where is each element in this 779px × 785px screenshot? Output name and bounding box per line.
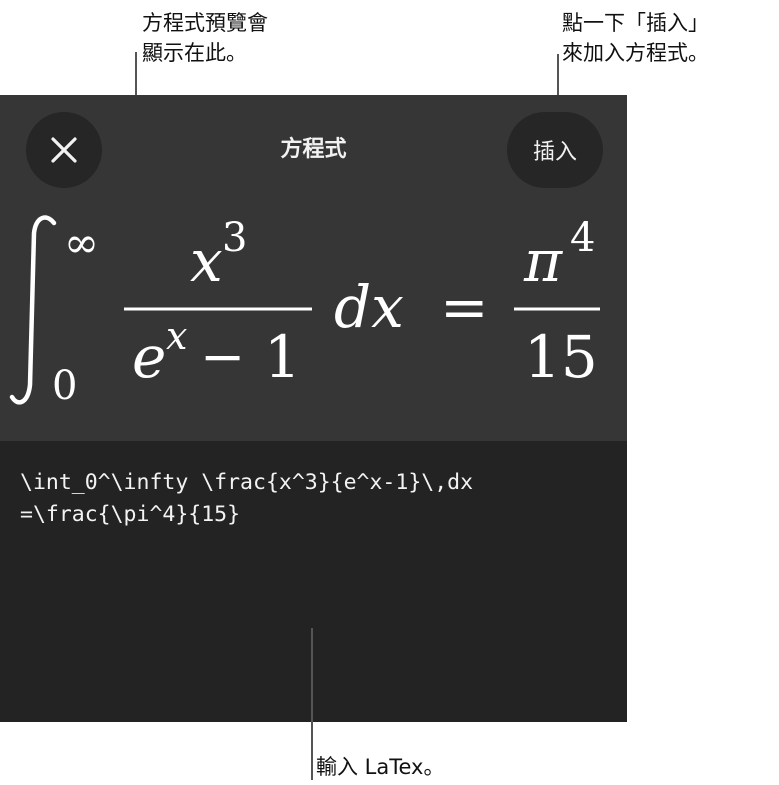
integral-sign <box>9 215 57 405</box>
equation-dialog: 方程式 插入 ∞ 0 x 3 e x − 1 dx = π 4 15 \int_… <box>0 95 627 722</box>
denominator-base: e <box>132 323 166 391</box>
numerator-exponent: 3 <box>222 215 247 261</box>
integral-upper-limit: ∞ <box>64 218 99 267</box>
denominator-exponent: x <box>166 314 187 358</box>
insert-button[interactable]: 插入 <box>507 112 603 188</box>
integral-lower-limit: 0 <box>52 363 77 409</box>
equation-preview: ∞ 0 x 3 e x − 1 dx = π 4 15 <box>9 215 600 409</box>
latex-line-2: =\frac{\pi^4}{15} <box>20 502 241 527</box>
equation-preview-area: 方程式 插入 ∞ 0 x 3 e x − 1 dx = π 4 15 <box>0 95 627 441</box>
rhs-numerator-exponent: 4 <box>570 215 595 261</box>
insert-button-label: 插入 <box>532 140 577 165</box>
denominator-minus: − <box>200 325 245 388</box>
insert-callout: 點一下「插入」 來加入方程式。 <box>562 11 709 65</box>
latex-input[interactable]: \int_0^\infty \frac{x^3}{e^x-1}\,dx =\fr… <box>20 467 473 531</box>
rhs-numerator-base: π <box>523 227 563 295</box>
preview-callout: 方程式預覽會 顯示在此。 <box>142 11 268 65</box>
denominator-one: 1 <box>264 323 301 391</box>
latex-line-1: \int_0^\infty \frac{x^3}{e^x-1}\,dx <box>20 470 474 495</box>
latex-leader-line <box>311 628 313 780</box>
rhs-denominator: 15 <box>524 323 598 391</box>
numerator-base: x <box>190 227 223 295</box>
differential-dx: dx <box>334 273 404 341</box>
latex-callout: 輸入 LaTex。 <box>316 755 445 779</box>
equals-sign: = <box>440 273 489 341</box>
